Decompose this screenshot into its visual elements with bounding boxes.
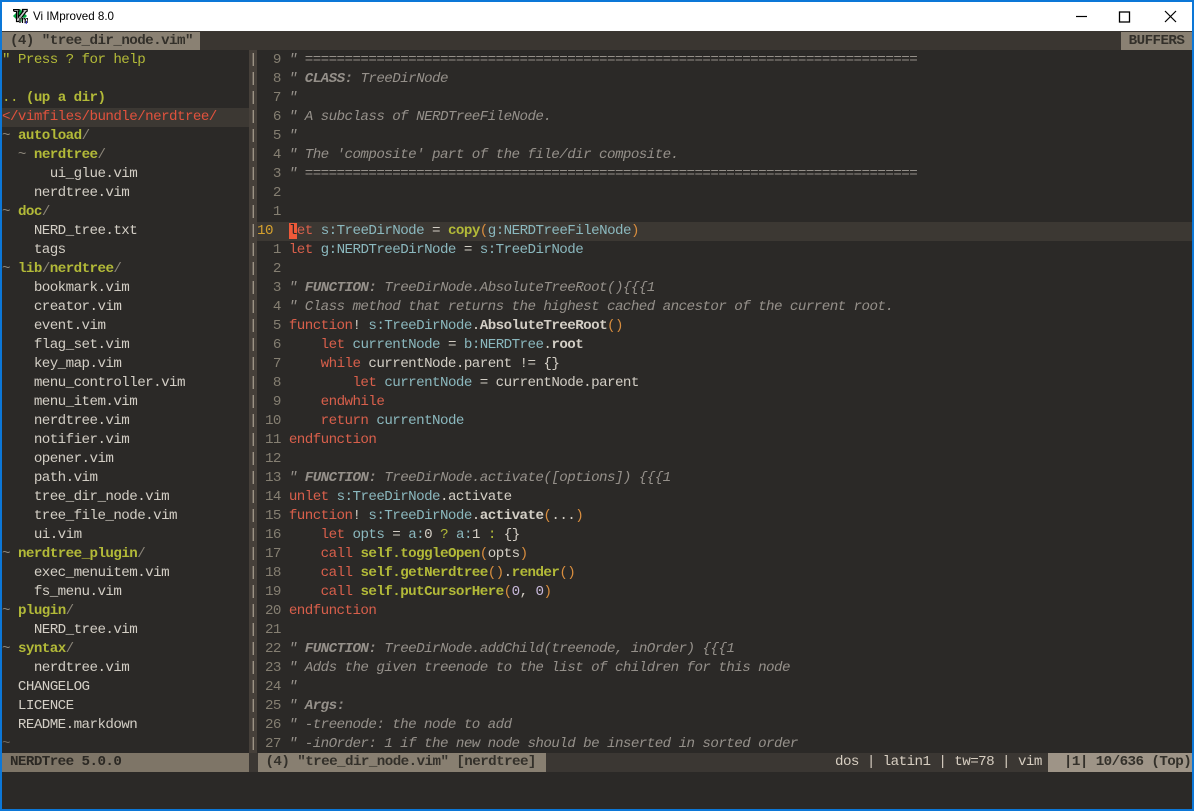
svg-text:im: im [19,15,28,24]
